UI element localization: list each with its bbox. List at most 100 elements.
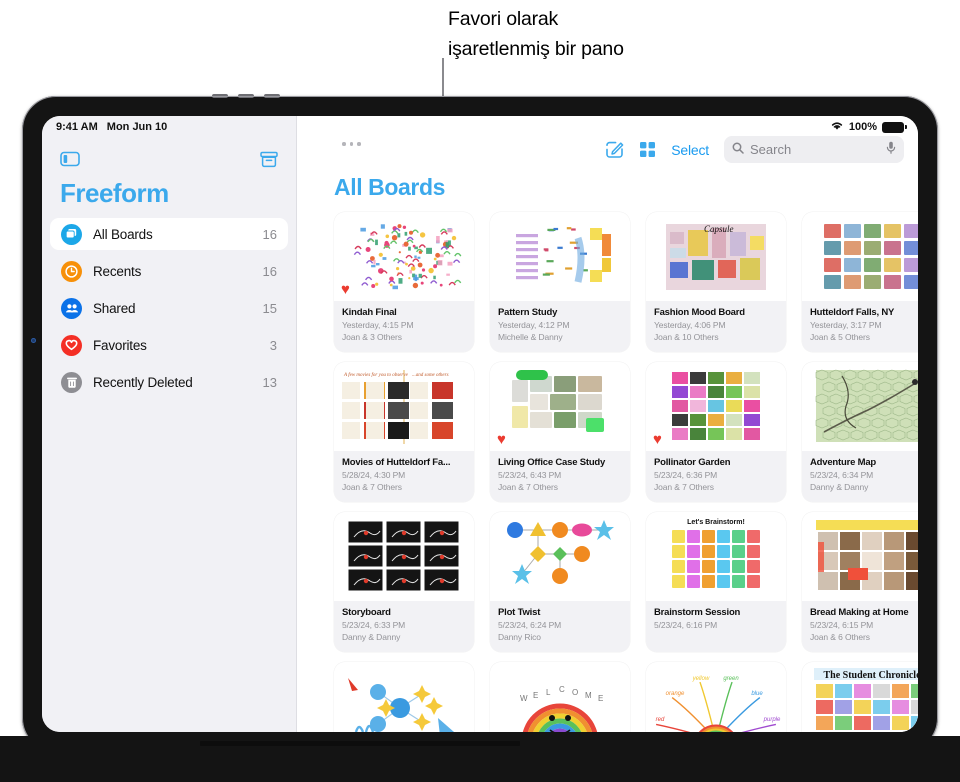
status-date: Mon Jun 10 bbox=[106, 121, 168, 133]
app-title: Freeform bbox=[60, 178, 169, 208]
sidebar-item-favorites[interactable]: Favorites 3 bbox=[50, 329, 288, 361]
sidebar-item-recents[interactable]: Recents 16 bbox=[50, 255, 288, 287]
board-card[interactable]: Storyboard 5/23/24, 6:33 PM Danny & Danny bbox=[334, 512, 474, 652]
board-meta: Fashion Mood Board Yesterday, 4:06 PM Joan… bbox=[646, 301, 786, 352]
sidebar-item-count: 3 bbox=[269, 337, 277, 353]
board-card[interactable]: Plot Twist 5/23/24, 6:24 PM Danny Rico bbox=[490, 512, 630, 652]
svg-text:red: red bbox=[656, 717, 665, 723]
power-button[interactable] bbox=[264, 94, 280, 98]
search-field[interactable]: Search bbox=[724, 136, 904, 163]
battery-percent: 100% bbox=[848, 121, 877, 133]
board-card[interactable] bbox=[334, 662, 474, 732]
board-date: Yesterday, 4:15 PM bbox=[342, 320, 414, 330]
sidebar-item-shared[interactable]: Shared 15 bbox=[50, 292, 288, 324]
microphone-icon[interactable] bbox=[886, 141, 896, 159]
compose-new-board-icon[interactable] bbox=[605, 140, 624, 159]
board-card[interactable]: red orange yellow green blue purple bbox=[646, 662, 786, 732]
recents-clock-icon bbox=[61, 260, 82, 282]
sidebar-item-all-boards[interactable]: All Boards 16 bbox=[50, 218, 288, 250]
volume-button[interactable] bbox=[212, 94, 228, 98]
board-date: 5/23/24, 6:34 PM bbox=[810, 470, 874, 480]
front-camera-icon bbox=[31, 338, 36, 343]
board-meta: Pollinator Garden 5/23/24, 6:36 PM Joan & … bbox=[646, 451, 786, 502]
board-meta: Storyboard 5/23/24, 6:33 PM Danny & Danny bbox=[334, 601, 474, 652]
board-card[interactable]: Hutteldorf Falls, NY Yesterday, 3:17 PM Jo… bbox=[802, 212, 918, 352]
board-title: Living Office Case Study bbox=[498, 457, 606, 468]
board-card[interactable]: ♥ Living Office Case Study 5/23/24, 6:43 P… bbox=[490, 362, 630, 502]
board-date: 5/23/24, 6:24 PM bbox=[498, 620, 562, 630]
svg-text:The Student Chronicle: The Student Chronicle bbox=[823, 670, 918, 681]
svg-text:C: C bbox=[559, 685, 565, 694]
all-boards-icon bbox=[61, 223, 82, 245]
trash-icon bbox=[61, 371, 82, 393]
board-thumbnail: ♥ bbox=[490, 362, 630, 451]
volume-button[interactable] bbox=[238, 94, 254, 98]
favorites-heart-icon bbox=[61, 334, 82, 356]
board-thumbnail bbox=[334, 662, 474, 732]
sidebar-item-label: Shared bbox=[93, 300, 136, 316]
svg-text:E: E bbox=[533, 691, 538, 700]
sidebar-item-recently-deleted[interactable]: Recently Deleted 13 bbox=[50, 366, 288, 398]
board-thumbnail: Capsule bbox=[646, 212, 786, 301]
sidebar-list: All Boards 16 Recents 16 Shared 15 Favor… bbox=[50, 218, 288, 403]
board-card[interactable]: Let's Brainstorm! Brainstorm Session 5/23/… bbox=[646, 512, 786, 652]
sidebar-item-label: Recents bbox=[93, 263, 142, 279]
board-date: 5/23/24, 6:16 PM bbox=[654, 620, 718, 630]
board-title: Plot Twist bbox=[498, 607, 541, 618]
board-thumbnail bbox=[802, 362, 918, 451]
board-people: Joan & 6 Others bbox=[810, 632, 870, 642]
board-thumbnail: red orange yellow green blue purple bbox=[646, 662, 786, 732]
grid-view-icon[interactable] bbox=[639, 141, 656, 158]
board-card[interactable]: ♥ Kindah Final Yesterday, 4:15 PM Joan & 3 … bbox=[334, 212, 474, 352]
svg-text:E: E bbox=[598, 694, 603, 703]
favorite-heart-icon: ♥ bbox=[341, 281, 350, 298]
board-title: Movies of Hutteldorf Fa... bbox=[342, 457, 451, 468]
svg-text:O: O bbox=[572, 688, 578, 697]
board-card[interactable]: Adventure Map 5/23/24, 6:34 PM Danny & Dan… bbox=[802, 362, 918, 502]
board-date: 5/23/24, 6:36 PM bbox=[654, 470, 718, 480]
sidebar-item-count: 16 bbox=[262, 226, 277, 242]
board-card[interactable]: Pattern Study Yesterday, 4:12 PM Michelle … bbox=[490, 212, 630, 352]
board-card[interactable]: A few movies for you to observe ...and so… bbox=[334, 362, 474, 502]
svg-text:Capsule: Capsule bbox=[704, 224, 734, 234]
board-people: Danny & Danny bbox=[810, 482, 869, 492]
multitasking-dots-icon[interactable] bbox=[342, 142, 361, 146]
board-card[interactable]: ♥ Pollinator Garden 5/23/24, 6:36 PM Joan &… bbox=[646, 362, 786, 502]
battery-icon bbox=[882, 121, 907, 133]
board-date: Yesterday, 3:17 PM bbox=[810, 320, 882, 330]
board-date: 5/23/24, 6:33 PM bbox=[342, 620, 406, 630]
select-button[interactable]: Select bbox=[671, 142, 709, 158]
svg-text:W: W bbox=[520, 694, 528, 703]
sidebar-toggle-icon[interactable] bbox=[60, 151, 80, 167]
board-meta: Plot Twist 5/23/24, 6:24 PM Danny Rico bbox=[490, 601, 630, 652]
board-date: 5/28/24, 4:30 PM bbox=[342, 470, 406, 480]
wifi-icon bbox=[830, 120, 844, 134]
board-people: Danny & Danny bbox=[342, 632, 401, 642]
screenshot-root: Favori olarak işaretlenmiş bir pano 9:41… bbox=[0, 0, 960, 782]
new-folder-icon[interactable] bbox=[260, 151, 278, 168]
board-title: Bread Making at Home bbox=[810, 607, 909, 618]
board-card[interactable]: Capsule Fashion Mood Board Yesterday, 4:06… bbox=[646, 212, 786, 352]
sidebar-item-label: All Boards bbox=[93, 226, 153, 242]
svg-text:M: M bbox=[585, 691, 592, 700]
board-card[interactable]: WELCOME bbox=[490, 662, 630, 732]
sidebar-item-label: Favorites bbox=[93, 337, 147, 353]
board-people: Michelle & Danny bbox=[498, 332, 563, 342]
board-card[interactable]: The Student Chronicle bbox=[802, 662, 918, 732]
screenshot-artifact-strip bbox=[200, 741, 520, 746]
board-meta: Brainstorm Session 5/23/24, 6:16 PM bbox=[646, 601, 786, 652]
search-icon bbox=[732, 141, 744, 159]
board-people: Joan & 3 Others bbox=[342, 332, 402, 342]
board-card[interactable]: Bread Making at Home 5/23/24, 6:15 PM Joan… bbox=[802, 512, 918, 652]
board-thumbnail: A few movies for you to observe ...and so… bbox=[334, 362, 474, 451]
svg-text:L: L bbox=[546, 688, 551, 697]
sidebar-item-label: Recently Deleted bbox=[93, 374, 193, 390]
search-input[interactable]: Search bbox=[750, 142, 880, 157]
board-people: Joan & 7 Others bbox=[654, 482, 714, 492]
board-title: Adventure Map bbox=[810, 457, 877, 468]
svg-text:...and some others: ...and some others bbox=[412, 373, 449, 378]
svg-text:A few movies for you to observ: A few movies for you to observe bbox=[343, 373, 409, 378]
board-thumbnail bbox=[490, 212, 630, 301]
page-title: All Boards bbox=[334, 174, 446, 200]
board-date: Yesterday, 4:06 PM bbox=[654, 320, 726, 330]
